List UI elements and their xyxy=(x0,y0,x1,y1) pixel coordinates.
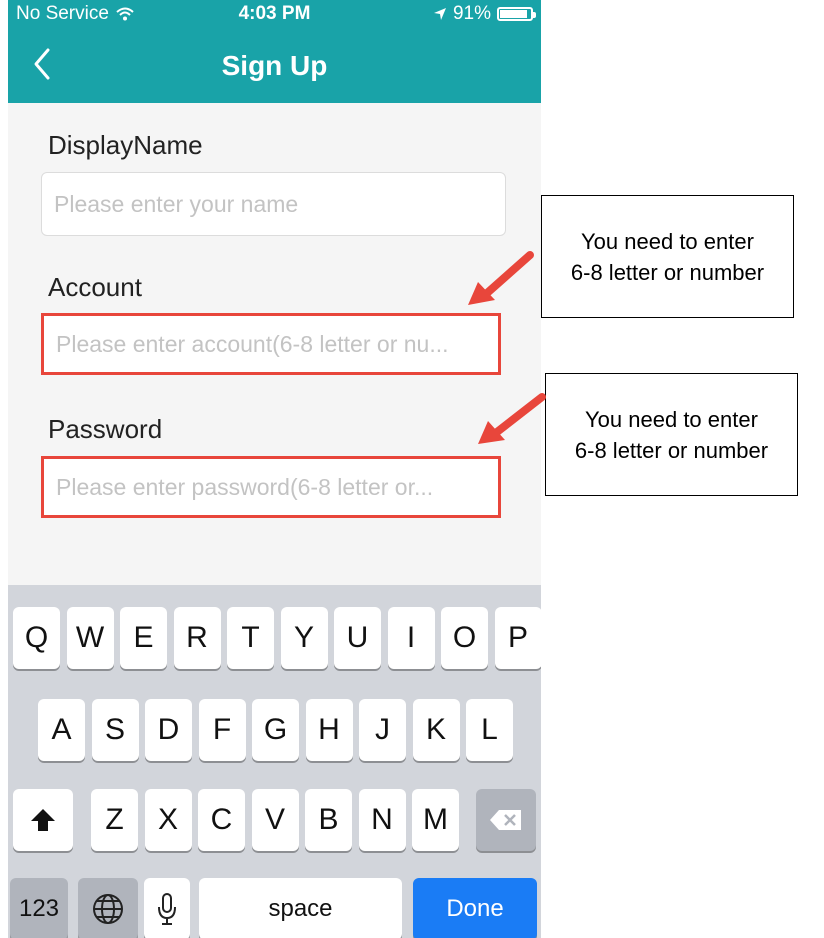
arrow-to-password xyxy=(478,393,546,444)
arrow-to-account xyxy=(468,251,534,305)
annotation-arrows xyxy=(468,251,546,444)
